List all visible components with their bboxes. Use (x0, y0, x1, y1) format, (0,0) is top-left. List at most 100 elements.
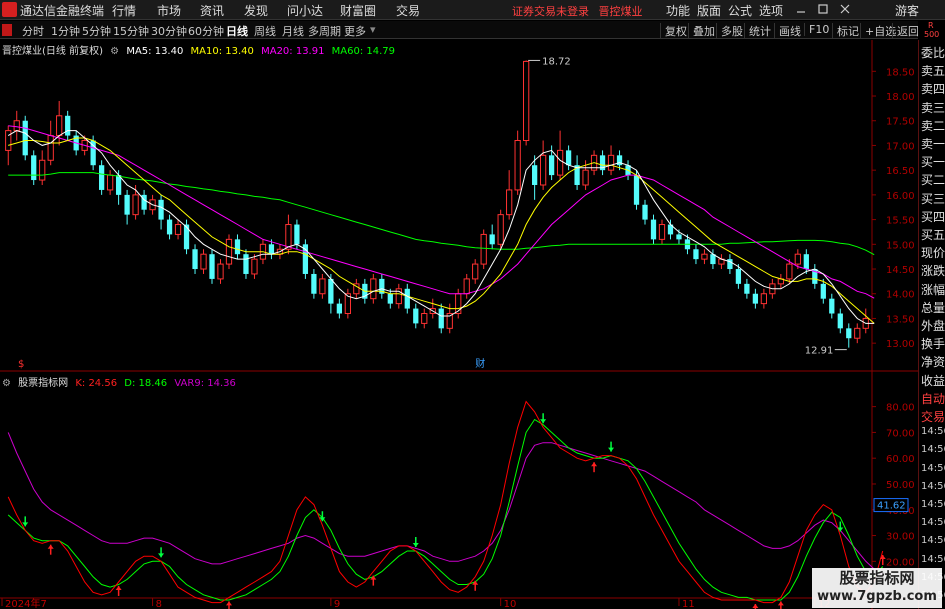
candle-body-up (39, 159, 46, 181)
more-dropdown-icon[interactable]: ▾ (370, 23, 376, 36)
rc-time-row: 14:56 (921, 499, 945, 510)
price-tick-label: 14.00 (886, 290, 915, 301)
back-button[interactable]: 返回 (892, 23, 919, 39)
ma10-line (8, 137, 875, 324)
date-tick-label: 2024年7 (5, 597, 47, 609)
candle-body-down (22, 120, 28, 156)
candle-body-down (829, 298, 835, 314)
rc-ask4: 卖四 (921, 82, 945, 97)
legend-ma10: MA10: 13.40 (190, 46, 254, 57)
rc-change: 涨跌 (921, 264, 945, 279)
tab-period-60min[interactable]: 60分钟 (188, 23, 224, 39)
buy-arrow-head-icon (591, 462, 598, 467)
rc-weibi: 委比 (921, 46, 945, 60)
tab-period-15min[interactable]: 15分钟 (113, 23, 149, 39)
tab-period-5min[interactable]: 5分钟 (82, 23, 111, 39)
menu-item-layout[interactable]: 版面 (697, 2, 721, 19)
candle-body-down (192, 249, 198, 270)
toolbar-marker-icon (2, 24, 12, 36)
candle-body-down (565, 150, 572, 166)
tab-period-30min[interactable]: 30分钟 (151, 23, 187, 39)
var9-line (7, 432, 883, 575)
candle-body-up (472, 263, 479, 280)
tab-period-intraday[interactable]: 分时 (22, 23, 44, 39)
tab-period-weekly[interactable]: 周线 (254, 23, 276, 39)
sell-arrow-head-icon (412, 543, 419, 548)
rc-time-row: 14:56 (921, 444, 945, 456)
indicator-gear-icon[interactable]: ⚙ (2, 378, 11, 389)
candle-body-down (532, 165, 538, 185)
rc-net-assets: 净资 (921, 355, 945, 370)
draw-line-button[interactable]: 画线 (774, 23, 801, 39)
menu-item-function[interactable]: 功能 (666, 2, 690, 19)
restore-rights-button[interactable]: 复权 (660, 23, 687, 39)
candle-body-down (243, 254, 249, 274)
rc-outer: 外盘 (921, 319, 945, 333)
multi-stock-button[interactable]: 多股 (716, 23, 743, 39)
indicator-tick-label: 30.00 (886, 532, 915, 543)
candle-body-up (251, 258, 258, 275)
indicator-arrows-layer (22, 413, 886, 609)
app-logo-icon (2, 2, 17, 17)
date-tick-label: 9 (334, 599, 340, 609)
rc-time-row: 14:56 (921, 535, 945, 547)
tab-period-1min[interactable]: 1分钟 (51, 23, 80, 39)
candle-body-down (693, 249, 699, 260)
date-tick-label: 8 (156, 599, 162, 609)
candle-body-down (676, 234, 682, 240)
candle-body-up (200, 253, 207, 270)
mark-button[interactable]: 标记 (832, 23, 859, 39)
rc-time-row: 14:56 (921, 480, 945, 492)
candle-body-down (489, 234, 495, 245)
candle-body-up (463, 278, 470, 295)
sell-arrow-head-icon (608, 447, 615, 452)
candle-body-up (5, 130, 12, 151)
menu-item-market[interactable]: 市场 (157, 2, 181, 19)
price-tick-label: 15.00 (886, 240, 915, 251)
add-favorite-button[interactable]: +自选 (860, 23, 896, 39)
order-book-column: 委比 卖五 卖四 卖三 卖二 卖一 买一 买二 买三 买四 买五 现价 涨跌 涨幅 总量 外盘 换手 净资 收益 自动… (918, 40, 945, 609)
user-guest[interactable]: 游客 (895, 2, 919, 19)
candle-body-down (633, 175, 640, 205)
period-toolbar: 分时 1分钟 5分钟 15分钟 30分钟 60分钟 日线 周线 月线 多周期 更… (0, 21, 945, 39)
date-tick-label: 11 (682, 599, 695, 609)
menu-item-wealth-circle[interactable]: 财富圈 (340, 2, 376, 19)
tab-period-monthly[interactable]: 月线 (282, 23, 304, 39)
tab-period-more[interactable]: 更多 (344, 23, 366, 39)
menu-item-ask[interactable]: 问小达 (287, 2, 323, 19)
menu-item-options[interactable]: 选项 (759, 2, 783, 19)
legend-gear-icon[interactable]: ⚙ (110, 46, 119, 57)
indicator-legend: ⚙ 股票指标网 K: 24.56 D: 18.46 VAR9: 14.36 (2, 374, 240, 389)
rc-earnings: 收益 (921, 373, 945, 388)
menu-item-discover[interactable]: 发现 (244, 2, 268, 19)
financial-report-marker: 财 (475, 357, 485, 370)
legend-var9: VAR9: 14.36 (174, 378, 236, 389)
menu-item-news[interactable]: 资讯 (200, 2, 224, 19)
legend-ma20: MA20: 13.91 (261, 46, 325, 57)
overlay-button[interactable]: 叠加 (688, 23, 715, 39)
candle-body-down (803, 254, 809, 270)
candle-body-up (225, 238, 233, 265)
watermark-url: www.7gpzb.com (817, 589, 937, 604)
candle-body-up (539, 154, 547, 186)
minimize-icon[interactable] (796, 4, 806, 14)
login-status[interactable]: 证券交易未登录 晋控煤业 (512, 3, 643, 19)
tab-period-daily[interactable]: 日线 (226, 23, 248, 39)
menu-item-trade[interactable]: 交易 (396, 2, 420, 19)
rc-time-row: 14:56 (921, 553, 945, 565)
maximize-icon[interactable] (818, 4, 828, 14)
candle-body-up (786, 263, 793, 280)
menu-item-formula[interactable]: 公式 (728, 2, 752, 19)
candle-body-down (99, 165, 105, 190)
candle-body-down (234, 239, 241, 255)
chart-area[interactable]: 18.50 18.00 17.50 17.00 16.50 16.00 15.50 15.00… (0, 40, 918, 609)
statistics-button[interactable]: 统计 (744, 23, 771, 39)
rc-ask2: 卖二 (921, 118, 945, 133)
tab-period-multi[interactable]: 多周期 (308, 23, 341, 39)
menu-item-quotes[interactable]: 行情 (112, 2, 136, 19)
close-icon[interactable] (840, 4, 850, 14)
stock-name-tab: 晋控煤业 (598, 5, 643, 18)
f10-button[interactable]: F10 (804, 23, 829, 36)
price-tick-label: 18.00 (886, 92, 915, 103)
candle-body-down (183, 224, 190, 250)
